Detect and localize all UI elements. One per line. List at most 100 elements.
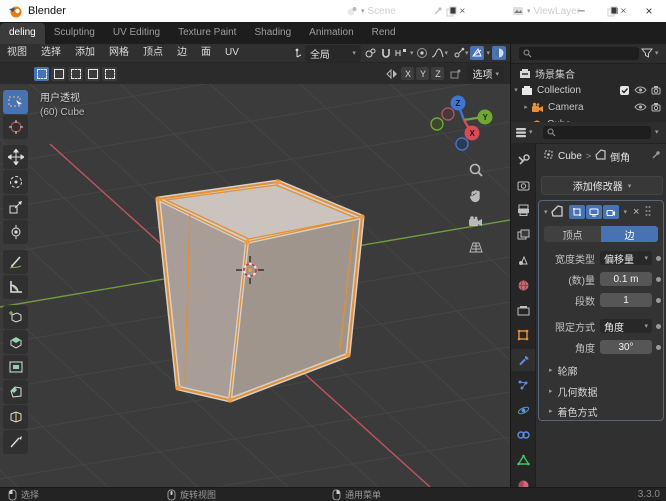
menu-vertex[interactable]: 顶点 <box>136 44 170 62</box>
tab-object[interactable] <box>511 324 535 346</box>
select-mode-extend-icon[interactable] <box>51 66 66 81</box>
expand-icon[interactable]: ▸ <box>521 103 531 111</box>
toggle-realtime-icon[interactable] <box>585 205 602 219</box>
tab-object-data[interactable] <box>511 449 535 471</box>
section-shading[interactable]: ▸ 着色方式 <box>549 404 598 419</box>
tab-modifiers[interactable] <box>511 349 535 371</box>
toggle-ortho-button[interactable] <box>464 235 488 259</box>
viewport-3d[interactable]: Z Y X 用户透视 (60) Cube <box>0 84 510 487</box>
tab-collection[interactable] <box>511 299 535 321</box>
menu-mesh[interactable]: 网格 <box>102 44 136 62</box>
tool-select-box[interactable] <box>3 90 28 114</box>
tab-tool[interactable] <box>511 149 535 171</box>
tool-rotate[interactable] <box>3 170 28 194</box>
close-button[interactable]: × <box>632 0 666 22</box>
workspace-tab-uv-editing[interactable]: UV Editing <box>104 23 169 44</box>
tool-measure[interactable] <box>3 275 28 299</box>
animate-dot[interactable] <box>656 276 661 282</box>
modifier-extras-icon[interactable]: ▾ <box>624 208 628 216</box>
workspace-tab-shading[interactable]: Shading <box>245 23 300 44</box>
tab-view-layer[interactable] <box>511 224 535 246</box>
affect-edges-tab[interactable]: 边 <box>601 226 658 242</box>
navigation-gizmo[interactable]: Z Y X <box>430 95 493 151</box>
toggle-render-icon[interactable] <box>602 205 619 219</box>
outliner-row-camera[interactable]: ▸ Camera <box>511 99 666 115</box>
animate-dot[interactable] <box>656 255 661 261</box>
properties-search-input[interactable] <box>543 126 651 139</box>
menu-view[interactable]: 视图 <box>0 44 34 62</box>
outliner-row-scene-collection[interactable]: 场景集合 <box>511 65 666 81</box>
tool-annotate[interactable] <box>3 250 28 274</box>
workspace-tab-sculpting[interactable]: Sculpting <box>45 23 104 44</box>
tool-add-cube[interactable] <box>3 305 28 329</box>
tab-constraints[interactable] <box>511 424 535 446</box>
snap-settings-icon[interactable] <box>449 68 462 80</box>
tool-extrude-region[interactable] <box>3 330 28 354</box>
expand-icon[interactable]: ▾ <box>511 86 521 94</box>
hide-eye-icon[interactable] <box>634 102 647 112</box>
select-mode-intersect-icon[interactable] <box>102 66 117 81</box>
workspace-tab-texture-paint[interactable]: Texture Paint <box>169 23 245 44</box>
tab-particles[interactable] <box>511 374 535 396</box>
select-mode-subtract-icon[interactable] <box>68 66 83 81</box>
transform-orientation-dropdown[interactable]: 全局 ▾ <box>304 44 361 62</box>
tool-bevel[interactable] <box>3 380 28 404</box>
tool-loop-cut[interactable] <box>3 405 28 429</box>
new-scene-icon[interactable] <box>446 6 457 17</box>
outliner-search-input[interactable] <box>519 47 639 60</box>
tool-move[interactable] <box>3 145 28 169</box>
drag-handle-icon[interactable] <box>644 205 652 220</box>
angle-input[interactable]: 30° <box>600 340 652 354</box>
tool-cursor[interactable] <box>3 115 28 139</box>
mirror-z-button[interactable]: Z <box>431 67 445 80</box>
workspace-tab-modeling[interactable]: deling <box>0 23 45 44</box>
tab-render[interactable] <box>511 174 535 196</box>
checkbox-icon[interactable] <box>619 85 630 96</box>
mirror-x-button[interactable]: X <box>401 67 415 80</box>
hide-eye-icon[interactable] <box>634 85 647 95</box>
section-geometry[interactable]: ▸ 几何数据 <box>549 384 598 399</box>
section-profile[interactable]: ▸ 轮廓 <box>549 363 578 378</box>
remove-modifier-icon[interactable]: × <box>633 206 639 218</box>
select-mode-difference-icon[interactable] <box>85 66 100 81</box>
render-visibility-icon[interactable] <box>651 85 663 95</box>
select-mode-new-icon[interactable] <box>34 66 49 81</box>
falloff-curve-icon[interactable] <box>431 47 444 59</box>
pin-icon[interactable] <box>433 6 443 16</box>
tab-physics[interactable] <box>511 399 535 421</box>
breadcrumb-object[interactable]: Cube <box>558 151 582 162</box>
tab-scene[interactable] <box>511 249 535 271</box>
new-viewlayer-icon[interactable] <box>607 6 618 17</box>
collapse-icon[interactable]: ▾ <box>544 208 548 216</box>
overlays-toggle-icon[interactable] <box>470 46 485 60</box>
animate-dot[interactable] <box>656 344 661 350</box>
editor-type-icon[interactable] <box>515 126 529 141</box>
pan-view-button[interactable] <box>464 184 488 208</box>
amount-input[interactable]: 0.1 m <box>600 272 652 286</box>
menu-uv[interactable]: UV <box>218 44 246 62</box>
animate-dot[interactable] <box>656 323 661 329</box>
viewlayer-selector[interactable]: ▾ ViewLayer × <box>512 2 626 20</box>
workspace-tab-rendering[interactable]: Rend <box>363 23 405 44</box>
tool-knife[interactable] <box>3 430 28 454</box>
affect-vertices-tab[interactable]: 顶点 <box>544 226 601 242</box>
tab-world[interactable] <box>511 274 535 296</box>
filter-options-icon[interactable]: ▾ <box>655 128 659 136</box>
show-gizmo-icon[interactable] <box>453 47 465 59</box>
segments-input[interactable]: 1 <box>600 293 652 307</box>
width-type-select[interactable]: 偏移量 ▾ <box>600 251 652 266</box>
menu-edge[interactable]: 边 <box>170 44 194 62</box>
proportional-editing-icon[interactable] <box>416 47 428 59</box>
workspace-tab-animation[interactable]: Animation <box>300 23 362 44</box>
cube-object[interactable] <box>155 179 365 403</box>
tool-transform[interactable] <box>3 220 28 244</box>
shading-mode-icon[interactable] <box>492 46 506 60</box>
pin-id-icon[interactable] <box>651 150 661 163</box>
tool-options-dropdown[interactable]: 选项 ▾ <box>467 65 504 82</box>
add-modifier-button[interactable]: 添加修改器 ▾ <box>541 176 663 195</box>
snap-target-icon[interactable] <box>394 47 408 59</box>
menu-select[interactable]: 选择 <box>34 44 68 62</box>
outliner-filter-icon[interactable] <box>640 47 654 62</box>
mirror-y-button[interactable]: Y <box>416 67 430 80</box>
pivot-point-icon[interactable] <box>364 47 377 60</box>
